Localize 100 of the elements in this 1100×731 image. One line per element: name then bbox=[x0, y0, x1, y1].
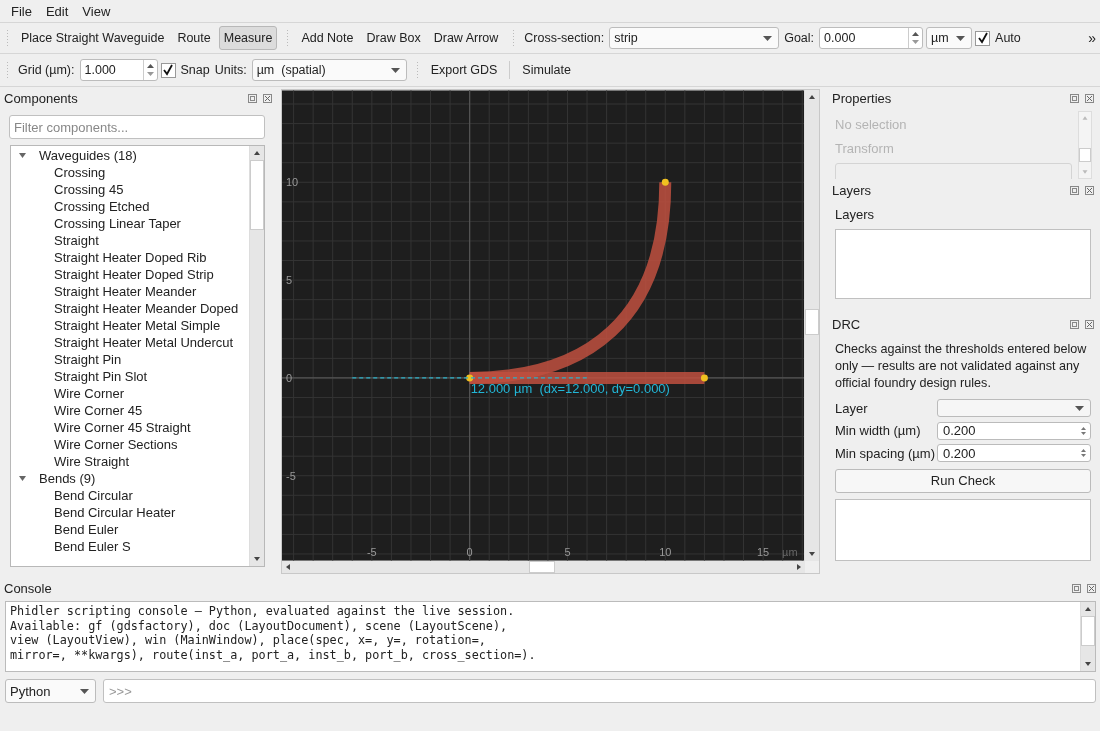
float-icon[interactable] bbox=[1072, 583, 1081, 593]
panel-title: Layers bbox=[832, 182, 872, 198]
panel-title: DRC bbox=[832, 316, 861, 332]
filter-field[interactable]: Filter components... bbox=[9, 115, 265, 139]
scroll-thumb[interactable] bbox=[250, 160, 264, 230]
dropdown[interactable]: µm (spatial) bbox=[251, 59, 407, 81]
close-icon[interactable] bbox=[1085, 185, 1094, 195]
drc-description: Checks against the thresholds entered below only — results are not validated against any official foundry design rules. bbox=[835, 341, 1088, 392]
toolbar-button[interactable]: Simulate bbox=[517, 58, 576, 82]
tree-item[interactable]: Wire Corner Sections bbox=[54, 437, 178, 452]
spin-box[interactable]: 0.000 bbox=[819, 27, 924, 49]
expand-arrow-icon[interactable] bbox=[18, 474, 27, 483]
toolbar-button[interactable]: Measure bbox=[218, 26, 278, 50]
tree-item[interactable]: Crossing 45 bbox=[54, 182, 124, 197]
checkbox-box[interactable] bbox=[160, 62, 176, 78]
tree-item[interactable]: Bend Euler bbox=[54, 522, 119, 537]
tree-item[interactable]: Crossing Linear Taper bbox=[54, 216, 181, 231]
checkbox[interactable]: Auto bbox=[975, 30, 1021, 46]
caret-icon bbox=[80, 688, 89, 694]
tree-item[interactable]: Waveguides (18) bbox=[39, 148, 137, 163]
console-line: view (LayoutView), win (MainWindow), place(spec, x=, y=, rotation=, bbox=[10, 633, 487, 648]
tree-item[interactable]: Bend Circular bbox=[54, 488, 133, 503]
tree-item[interactable]: Straight Heater Doped Strip bbox=[54, 267, 214, 282]
caret-icon bbox=[390, 67, 400, 73]
panel-title: Console bbox=[4, 580, 52, 596]
field-label: Grid (µm): bbox=[17, 63, 76, 77]
menu-item[interactable]: View bbox=[75, 3, 118, 19]
close-icon[interactable] bbox=[1085, 319, 1094, 329]
menu-item[interactable]: Edit bbox=[38, 3, 76, 19]
tree-item[interactable]: Straight Heater Meander bbox=[54, 284, 197, 299]
tree-item[interactable]: Crossing bbox=[54, 165, 106, 180]
field-label: Cross-section: bbox=[523, 31, 606, 45]
toolbar-button[interactable]: Draw Arrow bbox=[428, 26, 504, 50]
stepper-icon bbox=[1080, 448, 1087, 459]
console-line: mirror=, **kwargs), route(inst_a, port_a, inst_b, port_b, cross_section=). bbox=[10, 647, 537, 662]
tree-item[interactable]: Straight Pin bbox=[54, 352, 122, 367]
toolbar-button[interactable]: Export GDS bbox=[425, 58, 503, 82]
run-check-button[interactable]: Run Check bbox=[835, 468, 1091, 493]
menu-item[interactable]: File bbox=[4, 3, 39, 19]
stepper-icon bbox=[1080, 425, 1087, 436]
spin-box[interactable]: 0.200 bbox=[937, 421, 1091, 440]
overflow-button[interactable]: » bbox=[1088, 30, 1096, 46]
tree-item[interactable]: Straight bbox=[54, 233, 99, 248]
checkbox-box[interactable] bbox=[975, 30, 991, 46]
close-icon[interactable] bbox=[1085, 93, 1094, 103]
tree-item[interactable]: Straight Pin Slot bbox=[54, 369, 148, 384]
close-icon[interactable] bbox=[263, 93, 272, 103]
scroll-thumb[interactable] bbox=[805, 309, 819, 335]
console-line: Available: gf (gdsfactory), doc (LayoutDocument), scene (LayoutScene), bbox=[10, 618, 509, 633]
caret-icon bbox=[956, 35, 966, 41]
axis-tick-label: 10 bbox=[286, 176, 299, 189]
axis-tick-label: 0 bbox=[466, 545, 473, 558]
scroll-thumb[interactable] bbox=[529, 561, 555, 573]
section-label: Layers bbox=[835, 207, 876, 222]
tree-item[interactable]: Wire Corner 45 Straight bbox=[54, 420, 191, 435]
property-label: No selection bbox=[835, 116, 908, 134]
float-icon[interactable] bbox=[1070, 93, 1079, 103]
field-label: Goal: bbox=[783, 31, 816, 45]
field-label: Min width (µm) bbox=[835, 423, 922, 439]
tree-item[interactable]: Wire Corner 45 bbox=[54, 403, 143, 418]
toolbar-button[interactable]: Place Straight Waveguide bbox=[16, 26, 170, 50]
panel-title: Properties bbox=[832, 90, 892, 106]
toolbar-button[interactable]: Draw Box bbox=[361, 26, 426, 50]
axis-tick-label: 5 bbox=[564, 545, 571, 558]
tree-item[interactable]: Wire Corner bbox=[54, 386, 125, 401]
caret-icon bbox=[1075, 405, 1084, 411]
float-icon[interactable] bbox=[248, 93, 257, 103]
tree-item[interactable]: Bend Euler S bbox=[54, 539, 131, 554]
float-icon[interactable] bbox=[1070, 319, 1079, 329]
dropdown[interactable]: µm bbox=[926, 27, 973, 49]
tree-item[interactable]: Straight Heater Doped Rib bbox=[54, 250, 207, 265]
tree-item[interactable]: Straight Heater Metal Undercut bbox=[54, 335, 234, 350]
scroll-thumb[interactable] bbox=[1081, 616, 1095, 646]
close-icon[interactable] bbox=[1087, 583, 1096, 593]
field-label: Min spacing (µm) bbox=[835, 445, 936, 461]
axis-tick-label: -5 bbox=[286, 469, 296, 482]
axis-unit-label: µm bbox=[782, 545, 798, 558]
stepper-icon bbox=[142, 60, 157, 80]
toolbar-button[interactable]: Route bbox=[172, 26, 216, 50]
dropdown[interactable]: strip bbox=[609, 27, 780, 49]
tree-item[interactable]: Straight Heater Meander Doped bbox=[54, 301, 239, 316]
console-line: Phidler scripting console — Python, evaluated against the live session. bbox=[10, 604, 516, 619]
language-dropdown[interactable]: Python bbox=[5, 679, 96, 703]
tree-item[interactable]: Bend Circular Heater bbox=[54, 505, 176, 520]
expand-arrow-icon[interactable] bbox=[18, 151, 27, 160]
axis-tick-label: -5 bbox=[366, 545, 377, 558]
tree-item[interactable]: Bends (9) bbox=[39, 471, 96, 486]
tree-item[interactable]: Crossing Etched bbox=[54, 199, 150, 214]
axis-tick-label: 5 bbox=[286, 274, 293, 287]
measure-label: 12.000 µm (dx=12.000, dy=0.000) bbox=[470, 380, 670, 396]
float-icon[interactable] bbox=[1070, 185, 1079, 195]
tree-item[interactable]: Wire Straight bbox=[54, 454, 130, 469]
checkbox[interactable]: Snap bbox=[160, 62, 210, 78]
command-input[interactable]: >>> bbox=[103, 679, 1096, 703]
spin-box[interactable]: 1.000 bbox=[79, 59, 158, 81]
waveguide-drawing[interactable] bbox=[466, 178, 708, 384]
toolbar-button[interactable]: Add Note bbox=[296, 26, 359, 50]
spin-box[interactable]: 0.200 bbox=[937, 444, 1091, 463]
tree-item[interactable]: Straight Heater Metal Simple bbox=[54, 318, 221, 333]
scroll-thumb[interactable] bbox=[1079, 148, 1091, 162]
